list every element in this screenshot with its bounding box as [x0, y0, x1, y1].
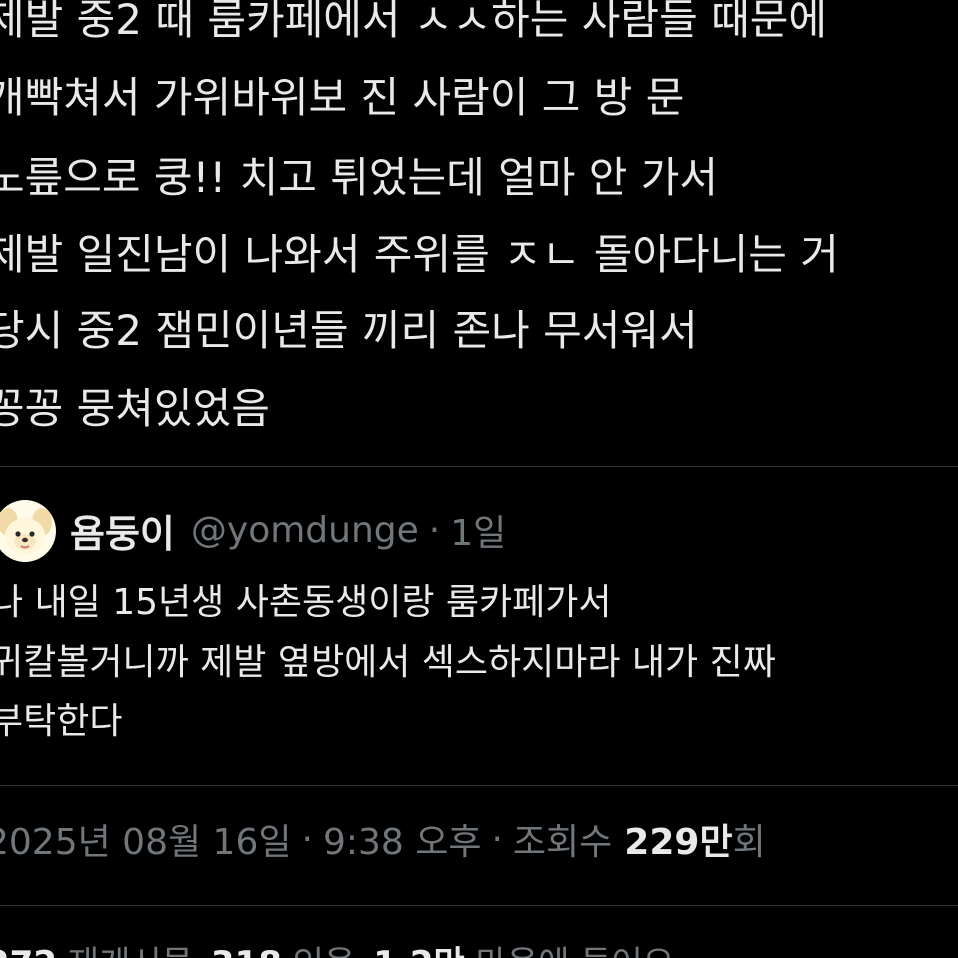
views-label: 조회수 — [512, 822, 613, 863]
quoted-author-name[interactable]: 욤둥이 — [70, 503, 175, 558]
tweet-date[interactable]: 2025년 08월 16일 — [0, 813, 291, 865]
tweet-text-line: 제발 중2 때 룸카페에서 ㅅㅅ하는 사람들 때문에 — [0, 0, 827, 44]
tweet-text-line: 노릎으로 쿵!! 치고 튀었는데 얼마 안 가서 — [0, 153, 719, 202]
quoted-tweet-time[interactable]: 1일 — [450, 504, 506, 556]
tweet-text-line: 꽁꽁 뭉쳐있었음 — [0, 384, 270, 433]
views-suffix: 회 — [732, 822, 766, 863]
quoted-text-line: 나 내일 15년생 사촌동생이랑 룸카페가서 — [0, 582, 612, 623]
tweet-text-line: 개빡쳐서 가위바위보 진 사람이 그 방 문 — [0, 73, 685, 122]
quoted-text-line: 부탁한다 — [0, 701, 123, 742]
like-label: 마음에 들어요 — [476, 944, 675, 958]
divider — [0, 905, 958, 906]
views-count: 229만 — [624, 822, 733, 863]
tweet-meta: 2025년 08월 16일 · 9:38 오후 · 조회수 229만 회 — [0, 812, 766, 866]
engagement-stats-row: 272 재게시물 318 인용 1.2만 마음에 들어요 — [0, 940, 674, 958]
quote-label: 인용 — [293, 944, 356, 958]
quoted-text-line: 귀칼볼거니까 제발 옆방에서 섹스하지마라 내가 진짜 — [0, 642, 776, 683]
repost-stat[interactable]: 272 재게시물 — [0, 936, 193, 958]
separator-dot: · — [491, 818, 503, 860]
like-count: 1.2만 — [373, 944, 465, 958]
separator-dot: · — [428, 509, 441, 551]
quoted-author-handle[interactable]: @yomdunge — [191, 510, 419, 551]
like-stat[interactable]: 1.2만 마음에 들어요 — [373, 936, 674, 958]
repost-count: 272 — [0, 944, 57, 958]
quoted-tweet-header: 욤둥이 @yomdunge · 1일 — [70, 504, 506, 556]
quote-stat[interactable]: 318 인용 — [211, 936, 355, 958]
repost-label: 재게시물 — [68, 944, 193, 958]
tweet-text-line: 당시 중2 잼민이년들 끼리 존나 무서워서 — [0, 306, 698, 355]
tweet-time[interactable]: 9:38 오후 — [323, 813, 482, 865]
quote-count: 318 — [211, 944, 282, 958]
separator-dot: · — [301, 818, 313, 860]
tweet-text-line: 제발 일진남이 나와서 주위를 ㅈㄴ 돌아다니는 거 — [0, 230, 839, 279]
